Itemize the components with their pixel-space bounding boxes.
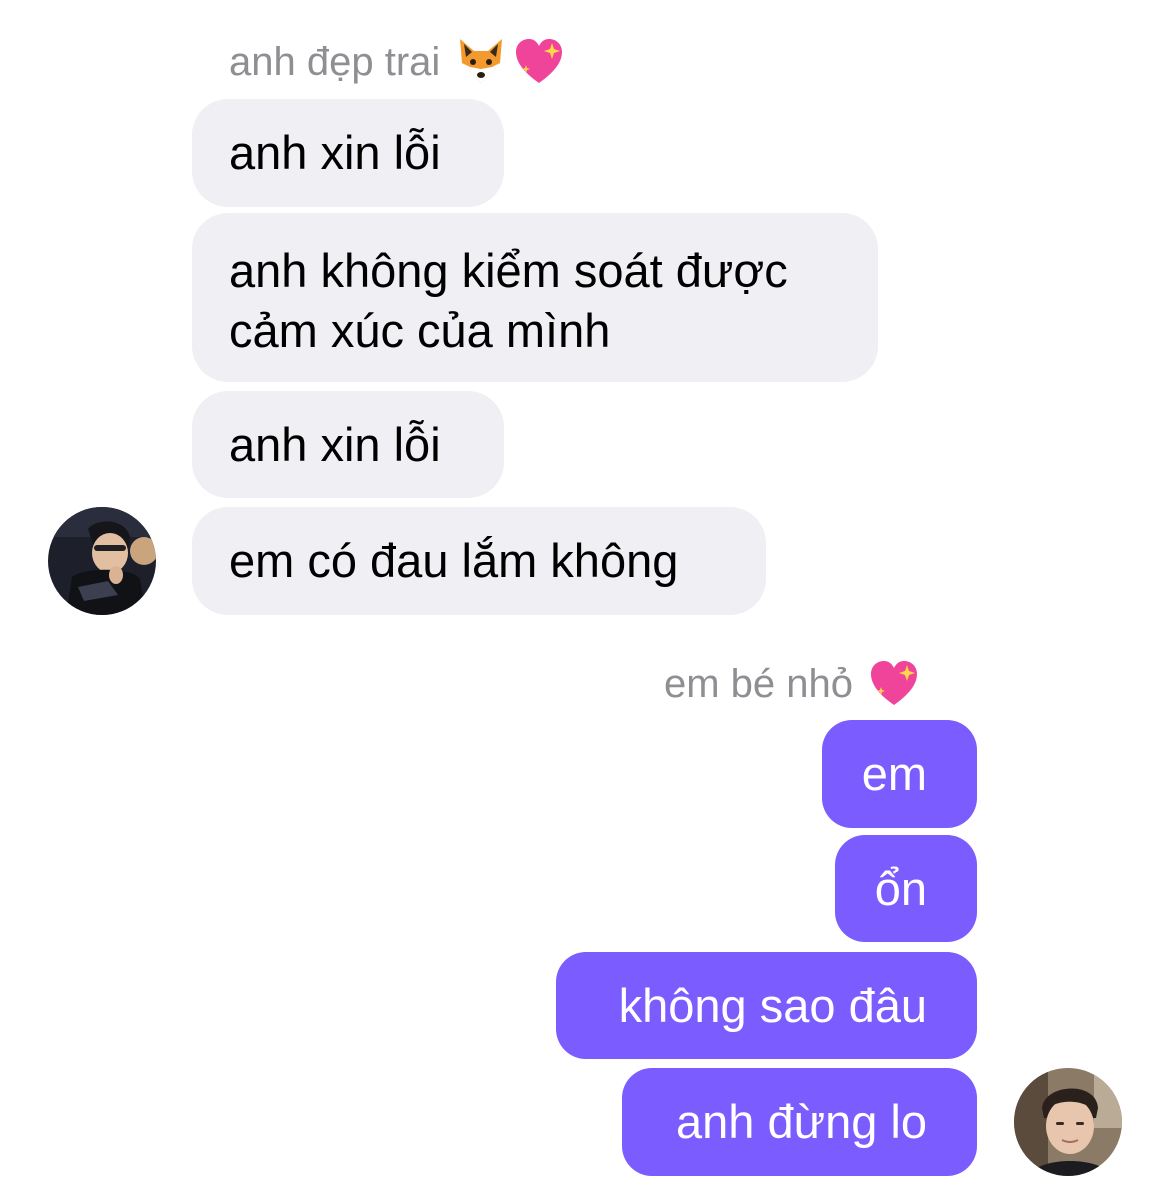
incoming-message-bubble[interactable]: anh không kiểm soát được cảm xúc của mìn… bbox=[192, 213, 878, 382]
message-text: anh xin lỗi bbox=[229, 126, 441, 179]
outgoing-message-bubble[interactable]: không sao đâu bbox=[556, 952, 977, 1059]
outgoing-message-bubble[interactable]: em bbox=[822, 720, 977, 828]
outgoing-message-bubble[interactable]: anh đừng lo bbox=[622, 1068, 977, 1176]
message-text: cảm xúc của mình bbox=[229, 304, 611, 357]
sparkling-heart-icon bbox=[516, 39, 563, 83]
incoming-message-bubble[interactable]: anh xin lỗi bbox=[192, 99, 504, 207]
avatar-photo bbox=[1014, 1068, 1122, 1176]
incoming-message-bubble[interactable]: anh xin lỗi bbox=[192, 391, 504, 498]
message-text: em có đau lắm không bbox=[229, 534, 679, 587]
outgoing-message-bubble[interactable]: ổn bbox=[835, 835, 977, 942]
incoming-sender-name: anh đẹp trai bbox=[229, 34, 566, 90]
fox-face-icon bbox=[460, 39, 503, 83]
message-text: anh xin lỗi bbox=[229, 417, 441, 471]
outgoing-sender-name: em bé nhỏ bbox=[664, 656, 921, 712]
avatar-photo bbox=[48, 507, 156, 615]
sparkling-heart-icon bbox=[871, 661, 918, 705]
outgoing-sender-label: em bé nhỏ bbox=[664, 661, 854, 706]
incoming-avatar[interactable] bbox=[48, 507, 156, 615]
message-text: em bbox=[861, 747, 927, 800]
message-text: anh không kiểm soát được bbox=[229, 244, 788, 297]
message-text: anh đừng lo bbox=[676, 1095, 927, 1148]
outgoing-avatar[interactable] bbox=[1014, 1068, 1122, 1176]
incoming-message-bubble[interactable]: em có đau lắm không bbox=[192, 507, 766, 615]
incoming-sender-label: anh đẹp trai bbox=[229, 39, 441, 84]
message-text: ổn bbox=[874, 861, 927, 915]
message-text: không sao đâu bbox=[618, 978, 927, 1032]
